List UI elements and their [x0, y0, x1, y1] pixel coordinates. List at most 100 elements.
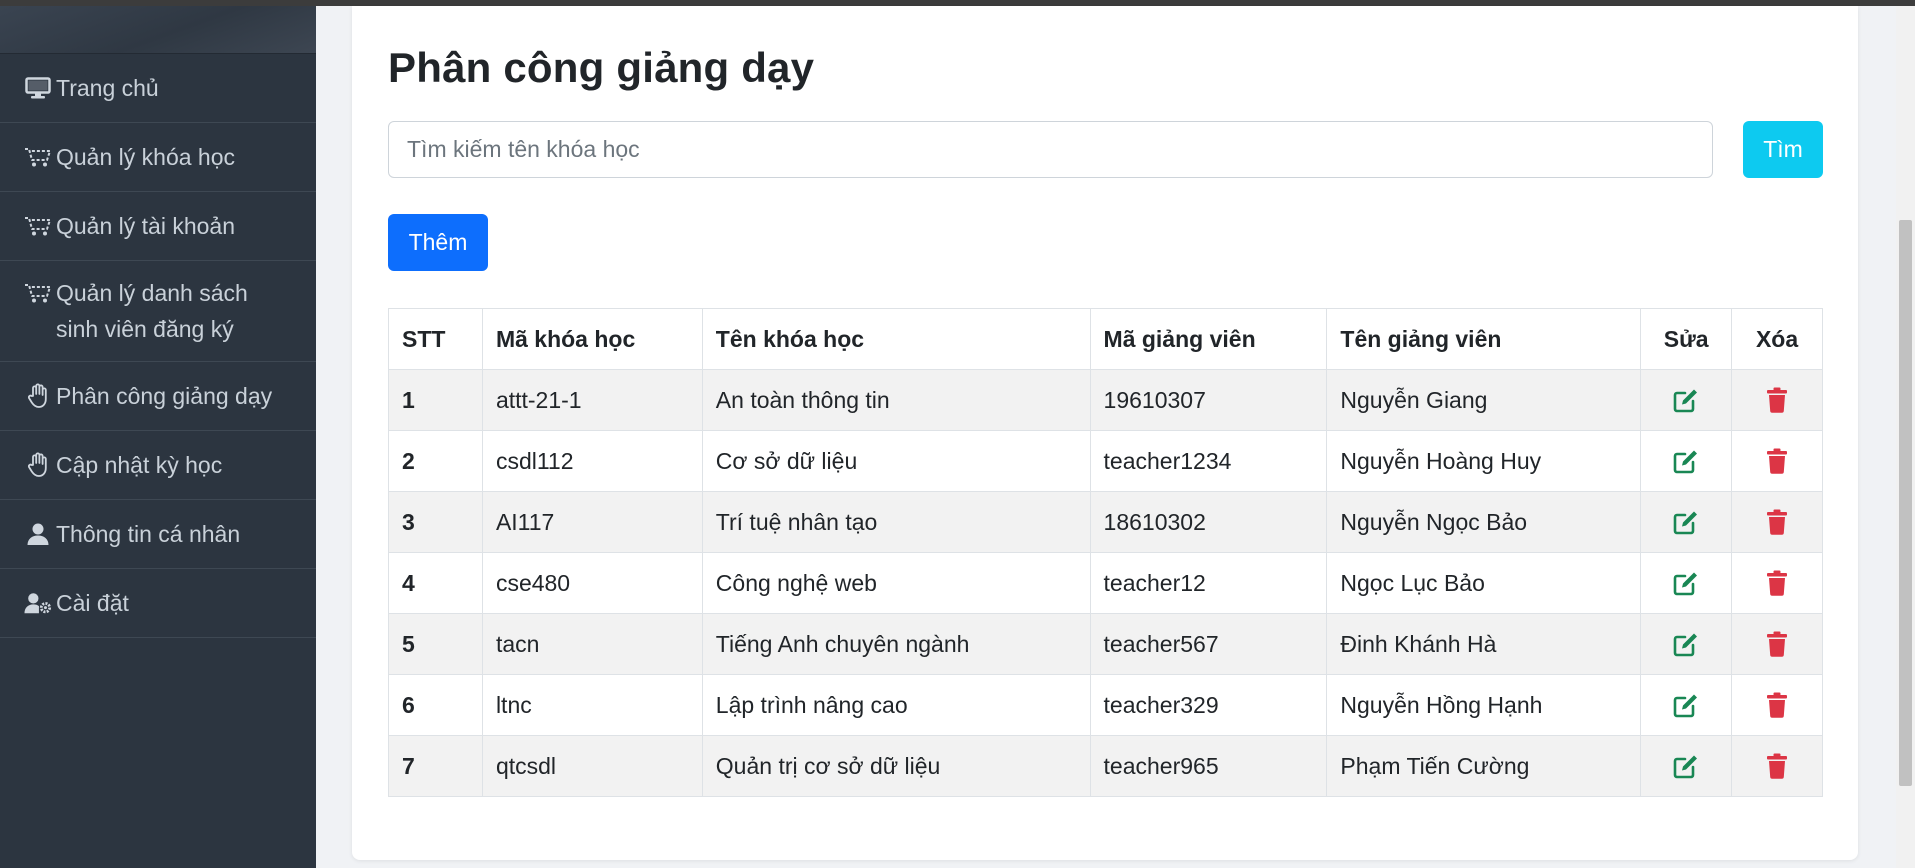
- row-teacher-code: teacher567: [1089, 613, 1328, 675]
- row-delete-cell: [1731, 369, 1823, 431]
- sidebar-item-label: Quản lý danh sách sinh viên đăng ký: [56, 280, 248, 342]
- trash-icon[interactable]: [1761, 445, 1793, 477]
- row-course-code: tacn: [481, 613, 703, 675]
- row-teacher-code: teacher12: [1089, 552, 1328, 614]
- trash-icon[interactable]: [1761, 506, 1793, 538]
- row-course-name: Cơ sở dữ liệu: [701, 430, 1091, 492]
- row-stt: 4: [388, 552, 483, 614]
- row-delete-cell: [1731, 613, 1823, 675]
- edit-icon[interactable]: [1670, 445, 1702, 477]
- row-stt: 5: [388, 613, 483, 675]
- row-stt: 1: [388, 369, 483, 431]
- table-row: 4 cse480 Công nghệ web teacher12 Ngọc Lục Bả…: [388, 552, 1823, 614]
- row-edit-cell: [1640, 491, 1733, 553]
- row-teacher-name: Nguyễn Giang: [1326, 369, 1642, 431]
- row-course-code: attt-21-1: [481, 369, 703, 431]
- sidebar-item-settings[interactable]: Cài đặt: [0, 569, 316, 638]
- scrollbar-thumb[interactable]: [1899, 220, 1912, 786]
- sidebar-item-accounts[interactable]: Quản lý tài khoản: [0, 192, 316, 261]
- sidebar-item-label: Cập nhật kỳ học: [56, 452, 223, 478]
- sidebar-item-label: Cài đặt: [56, 590, 129, 616]
- header-teacher-code: Mã giảng viên: [1089, 308, 1328, 370]
- row-delete-cell: [1731, 674, 1823, 736]
- table-header-row: STT Mã khóa học Tên khóa học Mã giảng vi…: [388, 308, 1823, 370]
- header-edit: Sửa: [1640, 308, 1733, 370]
- row-delete-cell: [1731, 430, 1823, 492]
- row-teacher-name: Phạm Tiến Cường: [1326, 735, 1642, 797]
- row-edit-cell: [1640, 674, 1733, 736]
- row-teacher-name: Ngọc Lục Bảo: [1326, 552, 1642, 614]
- search-button[interactable]: Tìm: [1743, 121, 1823, 178]
- trash-icon[interactable]: [1761, 689, 1793, 721]
- user-icon: [24, 516, 52, 552]
- cart-icon: [24, 275, 52, 311]
- table-row: 7 qtcsdl Quản trị cơ sở dữ liệu teacher965 P…: [388, 735, 1823, 797]
- row-stt: 6: [388, 674, 483, 736]
- row-course-name: Quản trị cơ sở dữ liệu: [701, 735, 1091, 797]
- edit-icon[interactable]: [1670, 689, 1702, 721]
- user-gear-icon: [24, 585, 52, 621]
- table-row: 2 csdl112 Cơ sở dữ liệu teacher1234 Nguyễn H…: [388, 430, 1823, 492]
- desktop-icon: [24, 70, 52, 106]
- row-stt: 2: [388, 430, 483, 492]
- table-row: 6 ltnc Lập trình nâng cao teacher329 Nguyễn …: [388, 674, 1823, 736]
- sidebar-item-label: Phân công giảng dạy: [56, 383, 273, 409]
- cart-icon: [24, 208, 52, 244]
- edit-icon[interactable]: [1670, 567, 1702, 599]
- row-course-code: cse480: [481, 552, 703, 614]
- sidebar-item-teaching-assignment[interactable]: Phân công giảng dạy: [0, 362, 316, 431]
- row-teacher-code: teacher1234: [1089, 430, 1328, 492]
- page-title: Phân công giảng dạy: [388, 44, 815, 91]
- sidebar-item-update-semester[interactable]: Cập nhật kỳ học: [0, 431, 316, 500]
- header-delete: Xóa: [1731, 308, 1823, 370]
- edit-icon[interactable]: [1670, 384, 1702, 416]
- sidebar-item-label: Trang chủ: [56, 75, 159, 101]
- sidebar-item-student-registrations[interactable]: Quản lý danh sách sinh viên đăng ký: [0, 261, 316, 362]
- row-teacher-code: teacher965: [1089, 735, 1328, 797]
- row-course-code: qtcsdl: [481, 735, 703, 797]
- row-course-code: ltnc: [481, 674, 703, 736]
- trash-icon[interactable]: [1761, 567, 1793, 599]
- edit-icon[interactable]: [1670, 506, 1702, 538]
- row-stt: 7: [388, 735, 483, 797]
- add-button[interactable]: Thêm: [388, 214, 488, 271]
- cart-icon: [24, 139, 52, 175]
- sidebar-item-courses[interactable]: Quản lý khóa học: [0, 123, 316, 192]
- hand-icon: [24, 378, 52, 414]
- row-teacher-name: Nguyễn Ngọc Bảo: [1326, 491, 1642, 553]
- row-edit-cell: [1640, 735, 1733, 797]
- search-input[interactable]: [388, 121, 1713, 178]
- header-stt: STT: [388, 308, 483, 370]
- row-delete-cell: [1731, 552, 1823, 614]
- sidebar-item-profile[interactable]: Thông tin cá nhân: [0, 500, 316, 569]
- trash-icon[interactable]: [1761, 384, 1793, 416]
- row-delete-cell: [1731, 491, 1823, 553]
- sidebar-item-label: Quản lý khóa học: [56, 144, 236, 170]
- table-row: 1 attt-21-1 An toàn thông tin 19610307 Nguyễ…: [388, 369, 1823, 431]
- hand-icon: [24, 447, 52, 483]
- row-stt: 3: [388, 491, 483, 553]
- row-edit-cell: [1640, 369, 1733, 431]
- row-course-name: An toàn thông tin: [701, 369, 1091, 431]
- row-edit-cell: [1640, 552, 1733, 614]
- row-edit-cell: [1640, 430, 1733, 492]
- sidebar: Trang chủ Quản lý khóa học Quản lý tài k…: [0, 6, 316, 868]
- trash-icon[interactable]: [1761, 628, 1793, 660]
- assignment-table: STT Mã khóa học Tên khóa học Mã giảng vi…: [388, 308, 1823, 797]
- row-teacher-name: Nguyễn Hồng Hạnh: [1326, 674, 1642, 736]
- header-course-code: Mã khóa học: [481, 308, 703, 370]
- row-course-code: csdl112: [481, 430, 703, 492]
- row-course-code: AI117: [481, 491, 703, 553]
- sidebar-item-home[interactable]: Trang chủ: [0, 54, 316, 123]
- row-course-name: Công nghệ web: [701, 552, 1091, 614]
- sidebar-banner: [0, 6, 316, 54]
- trash-icon[interactable]: [1761, 750, 1793, 782]
- table-row: 5 tacn Tiếng Anh chuyên ngành teacher567 Đin…: [388, 613, 1823, 675]
- row-edit-cell: [1640, 613, 1733, 675]
- row-teacher-code: 18610302: [1089, 491, 1328, 553]
- edit-icon[interactable]: [1670, 628, 1702, 660]
- edit-icon[interactable]: [1670, 750, 1702, 782]
- row-course-name: Tiếng Anh chuyên ngành: [701, 613, 1091, 675]
- row-delete-cell: [1731, 735, 1823, 797]
- row-course-name: Trí tuệ nhân tạo: [701, 491, 1091, 553]
